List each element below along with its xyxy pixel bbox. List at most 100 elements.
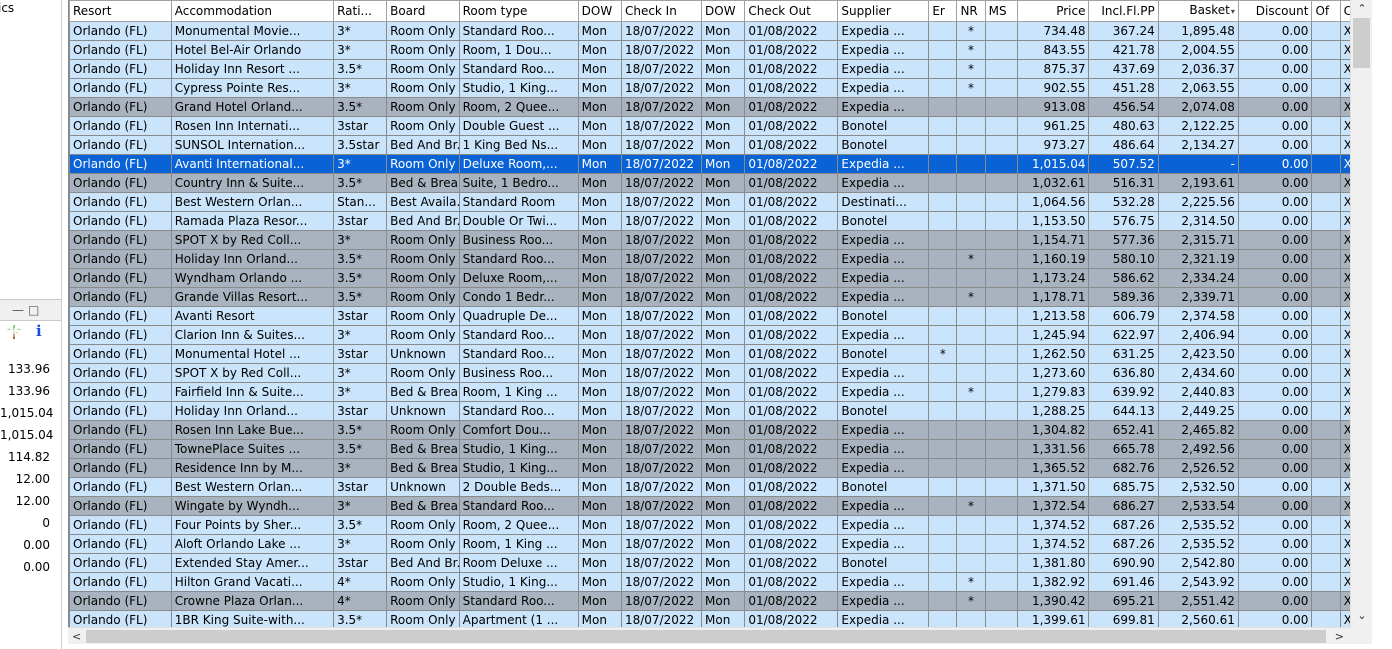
table-cell[interactable]: Orlando (FL) xyxy=(69,173,172,193)
table-cell[interactable]: Bonotel xyxy=(837,116,930,136)
table-cell[interactable]: 0.00 xyxy=(1237,249,1313,269)
table-cell[interactable] xyxy=(984,230,1019,250)
table-cell[interactable]: Orlando (FL) xyxy=(69,59,172,79)
table-cell[interactable]: 01/08/2022 xyxy=(744,59,839,79)
table-cell[interactable]: Room Only xyxy=(386,306,460,326)
table-cell[interactable]: Mon xyxy=(577,344,622,364)
table-cell[interactable]: Mon xyxy=(577,591,622,611)
table-cell[interactable] xyxy=(984,477,1019,497)
table-row-selected[interactable]: Orlando (FL) Avanti International... 3* Roo… xyxy=(69,154,1372,174)
table-cell[interactable]: Expedia ... xyxy=(837,249,930,269)
table-cell[interactable]: 3* xyxy=(333,154,388,174)
table-row[interactable]: Orlando (FL) Ramada Plaza Resor... 3star Be… xyxy=(69,211,1372,231)
table-cell[interactable]: Standard Roo... xyxy=(458,59,579,79)
table-cell[interactable]: Orlando (FL) xyxy=(69,401,172,421)
table-cell[interactable]: 0.00 xyxy=(1237,344,1313,364)
table-cell[interactable]: 01/08/2022 xyxy=(744,439,839,459)
table-cell[interactable]: Best Western Orlan... xyxy=(170,192,335,212)
table-cell[interactable] xyxy=(1311,363,1341,383)
table-cell[interactable]: Orlando (FL) xyxy=(69,287,172,307)
table-cell[interactable]: * xyxy=(956,59,986,79)
table-cell[interactable]: 3* xyxy=(333,382,388,402)
table-cell[interactable]: 2,063.55 xyxy=(1157,78,1239,98)
table-cell[interactable]: 0.00 xyxy=(1237,287,1313,307)
table-cell[interactable]: Mon xyxy=(577,192,622,212)
table-cell[interactable]: Grand Hotel Orland... xyxy=(170,97,335,117)
table-cell[interactable]: 580.10 xyxy=(1088,249,1159,269)
table-cell[interactable]: 0.00 xyxy=(1237,496,1313,516)
table-cell[interactable]: 1,178.71 xyxy=(1017,287,1090,307)
table-cell[interactable]: 2,449.25 xyxy=(1157,401,1239,421)
table-cell[interactable]: 01/08/2022 xyxy=(744,154,839,174)
table-cell[interactable]: 3star xyxy=(333,553,388,573)
table-cell[interactable]: 0.00 xyxy=(1237,572,1313,592)
table-cell[interactable]: Studio, 1 King... xyxy=(458,572,579,592)
table-cell[interactable] xyxy=(984,40,1019,60)
table-cell[interactable] xyxy=(984,287,1019,307)
table-cell[interactable]: 3.5* xyxy=(333,420,388,440)
table-cell[interactable]: * xyxy=(956,249,986,269)
table-row[interactable]: Orlando (FL) Clarion Inn & Suites... 3* Roo… xyxy=(69,325,1372,345)
table-cell[interactable]: 01/08/2022 xyxy=(744,192,839,212)
table-cell[interactable]: Expedia ... xyxy=(837,154,930,174)
table-cell[interactable] xyxy=(1311,458,1341,478)
table-cell[interactable]: Orlando (FL) xyxy=(69,382,172,402)
table-cell[interactable] xyxy=(1311,211,1341,231)
table-cell[interactable]: 2,074.08 xyxy=(1157,97,1239,117)
table-cell[interactable]: SPOT X by Red Coll... xyxy=(170,230,335,250)
scroll-up-icon[interactable]: ⌃ xyxy=(1351,0,1373,18)
table-cell[interactable]: 18/07/2022 xyxy=(620,477,703,497)
table-cell[interactable] xyxy=(928,287,958,307)
table-cell[interactable]: Mon xyxy=(577,97,622,117)
palm-tree-icon[interactable] xyxy=(6,324,22,340)
table-cell[interactable] xyxy=(984,553,1019,573)
table-cell[interactable]: 01/08/2022 xyxy=(744,211,839,231)
table-cell[interactable] xyxy=(928,382,958,402)
table-cell[interactable]: Mon xyxy=(701,496,746,516)
table-cell[interactable]: Orlando (FL) xyxy=(69,325,172,345)
table-cell[interactable]: Room Only xyxy=(386,78,460,98)
table-cell[interactable]: 18/07/2022 xyxy=(620,382,703,402)
column-header[interactable]: Board xyxy=(386,0,460,22)
table-cell[interactable]: 18/07/2022 xyxy=(620,325,703,345)
table-cell[interactable]: Orlando (FL) xyxy=(69,344,172,364)
table-cell[interactable]: 576.75 xyxy=(1088,211,1159,231)
table-cell[interactable] xyxy=(1311,439,1341,459)
table-row[interactable]: Orlando (FL) Fairfield Inn & Suite... 3* Be… xyxy=(69,382,1372,402)
table-cell[interactable] xyxy=(928,116,958,136)
table-cell[interactable]: Wyndham Orlando ... xyxy=(170,268,335,288)
table-cell[interactable] xyxy=(956,534,986,554)
table-cell[interactable]: Unknown xyxy=(386,477,460,497)
table-cell[interactable]: Bed And Br... xyxy=(386,211,460,231)
table-row[interactable]: Orlando (FL) Grand Hotel Orland... 3.5* Roo… xyxy=(69,97,1372,117)
table-cell[interactable]: Standard Roo... xyxy=(458,591,579,611)
table-cell[interactable]: 0.00 xyxy=(1237,534,1313,554)
table-cell[interactable]: Condo 1 Bedr... xyxy=(458,287,579,307)
table-cell[interactable]: 1,213.58 xyxy=(1017,306,1090,326)
table-cell[interactable] xyxy=(984,401,1019,421)
table-cell[interactable]: 01/08/2022 xyxy=(744,40,839,60)
table-cell[interactable]: Bonotel xyxy=(837,477,930,497)
column-header[interactable]: NR xyxy=(956,0,986,22)
table-cell[interactable]: Mon xyxy=(701,21,746,41)
table-cell[interactable]: Mon xyxy=(701,325,746,345)
table-row[interactable]: Orlando (FL) Holiday Inn Orland... 3star Un… xyxy=(69,401,1372,421)
table-cell[interactable]: Bed & Brea... xyxy=(386,173,460,193)
table-cell[interactable]: 2,492.56 xyxy=(1157,439,1239,459)
table-cell[interactable]: 18/07/2022 xyxy=(620,230,703,250)
table-cell[interactable]: 3.5star xyxy=(333,135,388,155)
table-cell[interactable] xyxy=(984,591,1019,611)
table-cell[interactable]: 3.5* xyxy=(333,268,388,288)
table-cell[interactable]: 665.78 xyxy=(1088,439,1159,459)
table-cell[interactable]: 1,371.50 xyxy=(1017,477,1090,497)
column-header[interactable]: Check In xyxy=(620,0,703,22)
scroll-down-icon[interactable]: ⌄ xyxy=(1351,605,1373,627)
table-cell[interactable]: Expedia ... xyxy=(837,458,930,478)
table-cell[interactable]: Residence Inn by M... xyxy=(170,458,335,478)
table-cell[interactable]: Mon xyxy=(577,249,622,269)
table-cell[interactable]: Mon xyxy=(701,59,746,79)
table-cell[interactable]: Room, 1 Dou... xyxy=(458,40,579,60)
table-cell[interactable]: Mon xyxy=(701,382,746,402)
table-cell[interactable]: Mon xyxy=(701,306,746,326)
table-cell[interactable] xyxy=(1311,192,1341,212)
